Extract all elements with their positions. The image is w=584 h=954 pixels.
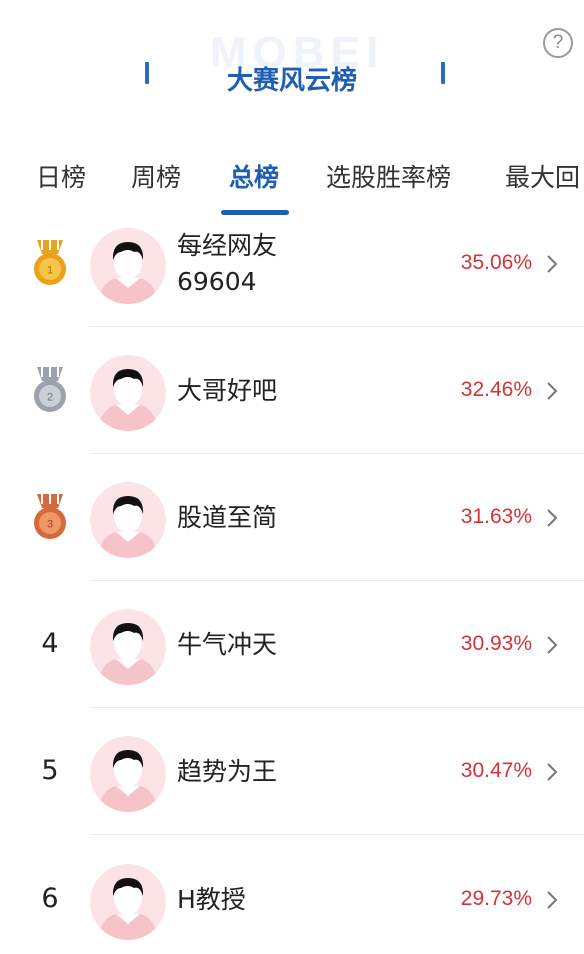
user-name-line1: 股道至简 <box>177 503 278 532</box>
leaderboard-row[interactable]: 6 H教授 29.73% <box>0 836 584 954</box>
return-percentage: 31.63% <box>460 505 532 528</box>
tab-overall[interactable]: 总榜 <box>229 158 279 194</box>
medal-icon: 1 <box>30 238 70 288</box>
svg-text:2: 2 <box>47 392 53 404</box>
tab-win-rate[interactable]: 选股胜率榜 <box>326 158 451 194</box>
chevron-right-icon[interactable] <box>545 380 559 402</box>
leaderboard-row[interactable]: 3 股道至简 31.63% <box>0 454 584 581</box>
user-name: H教授 <box>177 882 327 918</box>
chevron-right-icon[interactable] <box>545 507 559 529</box>
page-title: 大赛风云榜 <box>226 66 357 96</box>
user-name-line1: 牛气冲天 <box>177 630 278 659</box>
avatar-icon <box>90 228 166 304</box>
leaderboard-row[interactable]: 2 大哥好吧 32.46% <box>0 327 584 454</box>
user-name: 牛气冲天 <box>177 627 327 663</box>
return-percentage: 30.93% <box>460 632 532 655</box>
chevron-right-icon[interactable] <box>545 634 559 656</box>
leaderboard-row[interactable]: 5 趋势为王 30.47% <box>0 708 584 835</box>
medal-icon: 3 <box>30 492 70 542</box>
row-divider <box>90 834 584 835</box>
leaderboard-row[interactable]: 1 每经网友 69604 35.06% <box>0 200 584 327</box>
user-name: 每经网友 69604 <box>177 228 327 300</box>
title-decoration-right <box>441 62 445 84</box>
help-icon[interactable]: ? <box>543 28 573 58</box>
chevron-right-icon[interactable] <box>545 253 559 275</box>
user-name-line1: H教授 <box>177 885 246 914</box>
rank-number: 6 <box>41 883 59 914</box>
avatar-icon <box>90 864 166 940</box>
avatar-icon <box>90 736 166 812</box>
svg-text:3: 3 <box>47 519 53 531</box>
return-percentage: 35.06% <box>460 251 532 274</box>
tab-weekly[interactable]: 周榜 <box>131 158 181 194</box>
avatar-icon <box>90 609 166 685</box>
user-name-line1: 每经网友 <box>177 231 278 260</box>
chevron-right-icon[interactable] <box>545 761 559 783</box>
page-header: MOBEI 大赛风云榜 ? <box>0 0 584 130</box>
rank-number: 4 <box>41 628 59 659</box>
user-name: 趋势为王 <box>177 754 327 790</box>
user-name-line1: 大哥好吧 <box>177 376 278 405</box>
svg-text:1: 1 <box>47 265 53 277</box>
return-percentage: 30.47% <box>460 759 532 782</box>
user-name: 股道至简 <box>177 500 327 536</box>
return-percentage: 32.46% <box>460 378 532 401</box>
chevron-right-icon[interactable] <box>545 889 559 911</box>
user-name-line1: 趋势为王 <box>177 757 278 786</box>
leaderboard-row[interactable]: 4 牛气冲天 30.93% <box>0 581 584 708</box>
tab-daily[interactable]: 日榜 <box>36 158 86 194</box>
avatar-icon <box>90 482 166 558</box>
return-percentage: 29.73% <box>460 887 532 910</box>
avatar-icon <box>90 355 166 431</box>
rank-number: 5 <box>41 755 59 786</box>
tab-max-drawdown[interactable]: 最大回 <box>505 158 580 194</box>
user-name: 大哥好吧 <box>177 373 327 409</box>
medal-icon: 2 <box>30 365 70 415</box>
user-name-line2: 69604 <box>177 267 257 296</box>
leaderboard-page: MOBEI 大赛风云榜 ? 日榜 周榜 总榜 选股胜率榜 最大回 1 每经网友 69… <box>0 0 584 954</box>
